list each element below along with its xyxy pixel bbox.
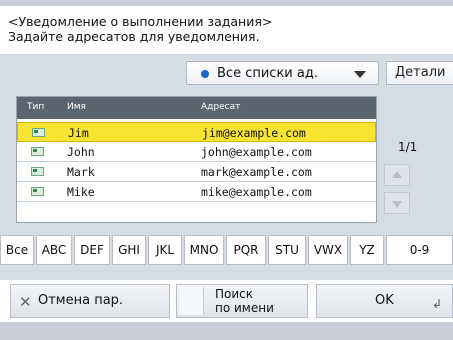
details-button[interactable]: Детали <box>386 61 453 85</box>
close-icon: ✕ <box>19 293 32 311</box>
address-list-dropdown[interactable]: Все списки ад. <box>186 61 379 85</box>
header-subtitle: Задайте адресатов для уведомления. <box>8 29 260 44</box>
search-checkbox-area <box>179 287 204 315</box>
cancel-settings-button[interactable]: ✕ Отмена пар. <box>10 284 170 318</box>
row-name: Jim <box>68 126 89 140</box>
ok-button[interactable]: OK ↲ <box>316 284 453 318</box>
search-by-name-button[interactable]: Поиск по имени <box>176 284 308 318</box>
table-header: Тип Имя Адресат <box>17 97 376 119</box>
arrow-down-icon <box>392 201 402 208</box>
cancel-label: Отмена пар. <box>38 293 124 308</box>
alpha-tab-yz[interactable]: YZ <box>350 235 384 265</box>
dropdown-selected: Все списки ад. <box>217 66 318 81</box>
row-address: jim@example.com <box>202 126 306 140</box>
table-row[interactable]: Jim jim@example.com <box>17 122 376 142</box>
row-name: John <box>67 145 95 159</box>
table-row[interactable]: Mark mark@example.com <box>17 162 376 182</box>
row-address: mike@example.com <box>201 185 312 199</box>
header-title: <Уведомление о выполнении задания> <box>8 14 273 29</box>
search-label-line2: по имени <box>215 301 274 315</box>
table-row[interactable]: John john@example.com <box>17 142 376 162</box>
instruction-header: <Уведомление о выполнении задания> Задай… <box>0 6 453 54</box>
alpha-tab-vwx[interactable]: VWX <box>308 235 348 265</box>
bottom-bar <box>0 322 453 340</box>
enter-icon: ↲ <box>431 297 442 311</box>
address-table: Тип Имя Адресат Jim jim@example.com John… <box>16 96 377 223</box>
email-address-icon <box>31 187 44 196</box>
scroll-up-button[interactable] <box>384 164 410 186</box>
alpha-tab-def[interactable]: DEF <box>74 235 110 265</box>
row-name: Mark <box>67 165 95 179</box>
column-address: Адресат <box>201 102 241 112</box>
column-type: Тип <box>27 102 45 112</box>
email-address-icon <box>31 147 44 156</box>
blue-dot-icon <box>201 70 209 78</box>
row-address: john@example.com <box>201 145 312 159</box>
email-address-icon <box>32 128 45 137</box>
email-address-icon <box>31 167 44 176</box>
ok-label: OK <box>375 293 394 308</box>
row-name: Mike <box>67 185 95 199</box>
alpha-tab-stu[interactable]: STU <box>268 235 306 265</box>
row-address: mark@example.com <box>201 165 312 179</box>
page-indicator: 1/1 <box>398 140 418 154</box>
alpha-tab-digits[interactable]: 0-9 <box>386 235 453 265</box>
alpha-tab-pqr[interactable]: PQR <box>226 235 266 265</box>
search-label-line1: Поиск <box>215 287 254 301</box>
arrow-up-icon <box>392 171 402 178</box>
alpha-tab-ghi[interactable]: GHI <box>112 235 146 265</box>
alpha-tab-mno[interactable]: MNO <box>184 235 224 265</box>
column-name: Имя <box>67 102 86 112</box>
chevron-down-icon <box>354 71 366 78</box>
alpha-tab-all[interactable]: Все <box>0 235 34 265</box>
scroll-down-button[interactable] <box>384 192 410 214</box>
table-row[interactable]: Mike mike@example.com <box>17 182 376 202</box>
alpha-tab-jkl[interactable]: JKL <box>148 235 182 265</box>
alpha-tab-abc[interactable]: ABC <box>36 235 72 265</box>
